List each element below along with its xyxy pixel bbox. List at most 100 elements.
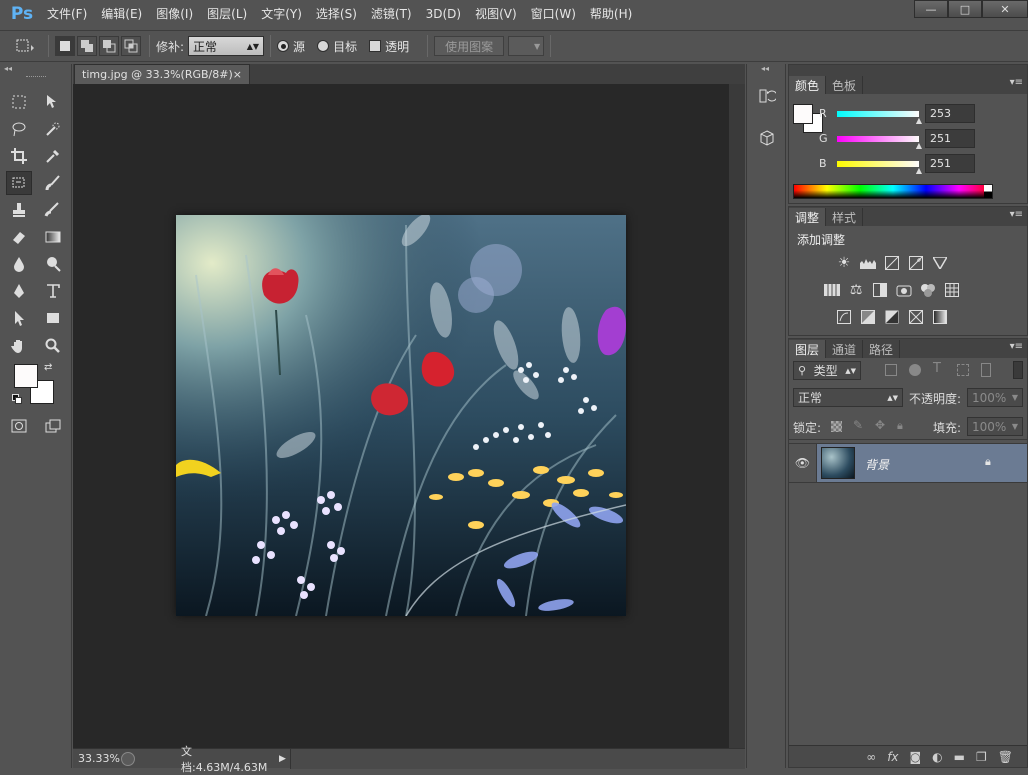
color-fg-swatch[interactable] <box>793 104 813 124</box>
eraser-tool-icon[interactable] <box>6 225 32 249</box>
pen-tool-icon[interactable] <box>6 279 32 303</box>
new-group-icon[interactable]: ▬ <box>954 750 965 764</box>
status-info-icon[interactable] <box>121 751 135 766</box>
tab-swatches[interactable]: 色板 <box>826 76 864 94</box>
patch-mode-select[interactable]: 正常 ▲▼ <box>188 36 265 56</box>
swap-colors-icon[interactable]: ⇄ <box>44 362 52 373</box>
posterize-icon[interactable] <box>859 309 877 325</box>
curves-icon[interactable] <box>883 255 901 271</box>
layer-thumbnail[interactable] <box>821 447 855 479</box>
minimize-button[interactable]: — <box>914 0 948 18</box>
pattern-picker[interactable]: ▼ <box>508 36 545 56</box>
chevron-down-icon[interactable]: ▼ <box>1012 422 1018 431</box>
tab-paths[interactable]: 路径 <box>863 340 901 358</box>
new-adjustment-layer-icon[interactable]: ◐ <box>932 750 942 764</box>
panel-menu-icon[interactable]: ▾≡ <box>1010 341 1023 352</box>
source-radio[interactable]: 源 <box>277 38 305 55</box>
quick-mask-icon[interactable] <box>6 414 32 438</box>
crop-tool-icon[interactable] <box>6 144 32 168</box>
tab-styles[interactable]: 样式 <box>826 208 864 226</box>
quick-selection-tool-icon[interactable] <box>40 117 66 141</box>
lock-image-icon[interactable]: ✎ <box>853 418 863 432</box>
new-layer-icon[interactable]: ❐ <box>976 750 987 764</box>
document-tab[interactable]: timg.jpg @ 33.3%(RGB/8#) × <box>74 64 250 84</box>
menu-file[interactable]: 文件(F) <box>40 0 94 28</box>
transparent-checkbox[interactable]: 透明 <box>369 38 409 55</box>
menu-window[interactable]: 窗口(W) <box>524 0 583 28</box>
filter-adjustment-icon[interactable] <box>909 364 921 376</box>
use-pattern-button[interactable]: 使用图案 <box>434 36 505 56</box>
zoom-tool-icon[interactable] <box>40 334 66 358</box>
clone-stamp-tool-icon[interactable] <box>6 198 32 222</box>
selective-color-icon[interactable] <box>907 309 925 325</box>
blue-slider[interactable]: ▲ <box>837 160 922 175</box>
slider-thumb-icon[interactable]: ▲ <box>916 141 922 150</box>
add-selection-icon[interactable] <box>77 36 97 56</box>
filter-toggle-switch[interactable] <box>1013 361 1023 379</box>
add-mask-icon[interactable]: ◙ <box>910 750 922 764</box>
menu-help[interactable]: 帮助(H) <box>583 0 639 28</box>
link-layers-icon[interactable]: ∞ <box>866 750 876 764</box>
lock-position-icon[interactable]: ✥ <box>875 418 885 432</box>
gradient-map-icon[interactable] <box>931 309 949 325</box>
menu-view[interactable]: 视图(V) <box>468 0 524 28</box>
slider-thumb-icon[interactable]: ▲ <box>916 166 922 175</box>
black-white-icon[interactable] <box>871 282 889 298</box>
invert-icon[interactable] <box>835 309 853 325</box>
move-tool-icon[interactable] <box>40 90 66 114</box>
green-slider[interactable]: ▲ <box>837 135 922 150</box>
blur-tool-icon[interactable] <box>6 252 32 276</box>
eyedropper-tool-icon[interactable] <box>40 144 66 168</box>
new-selection-icon[interactable] <box>55 36 75 56</box>
layer-filter-select[interactable]: ⚲ 类型 ▲▼ <box>793 361 861 380</box>
visibility-eye-icon[interactable]: 👁︎ <box>789 444 817 482</box>
opacity-input[interactable]: 100% ▼ <box>967 388 1023 407</box>
screen-mode-icon[interactable] <box>40 414 66 438</box>
hand-tool-icon[interactable] <box>6 334 32 358</box>
slider-thumb-icon[interactable]: ▲ <box>916 116 922 125</box>
tab-adjustments[interactable]: 调整 <box>789 208 827 226</box>
layer-name[interactable]: 背景 <box>865 456 889 473</box>
close-button[interactable]: ✕ <box>982 0 1028 18</box>
menu-layer[interactable]: 图层(L) <box>200 0 254 28</box>
subtract-selection-icon[interactable] <box>99 36 119 56</box>
levels-icon[interactable] <box>859 255 877 271</box>
dodge-tool-icon[interactable] <box>40 252 66 276</box>
red-input[interactable]: 253 <box>925 104 975 123</box>
properties-panel-icon[interactable] <box>755 126 779 150</box>
horizontal-scrollbar[interactable] <box>289 748 745 769</box>
target-radio[interactable]: 目标 <box>317 38 357 55</box>
panel-menu-icon[interactable]: ▾≡ <box>1010 209 1023 220</box>
toolbox-grip[interactable] <box>26 76 46 79</box>
red-slider[interactable]: ▲ <box>837 110 922 125</box>
marquee-tool-icon[interactable] <box>6 90 32 114</box>
exposure-icon[interactable] <box>907 255 925 271</box>
type-tool-icon[interactable] <box>40 279 66 303</box>
chevron-down-icon[interactable]: ▼ <box>1012 393 1018 402</box>
green-input[interactable]: 251 <box>925 129 975 148</box>
color-spectrum-ramp[interactable] <box>793 184 993 199</box>
layer-effects-icon[interactable]: fx <box>887 750 898 764</box>
filter-type-icon[interactable]: T <box>933 361 941 376</box>
vibrance-icon[interactable] <box>931 255 949 271</box>
menu-select[interactable]: 选择(S) <box>309 0 364 28</box>
patch-tool-icon[interactable] <box>6 171 32 195</box>
rectangle-tool-icon[interactable] <box>40 306 66 330</box>
menu-3d[interactable]: 3D(D) <box>419 0 468 28</box>
blend-mode-select[interactable]: 正常 ▲▼ <box>793 388 903 407</box>
history-brush-tool-icon[interactable] <box>40 198 66 222</box>
default-colors-icon[interactable] <box>12 394 22 404</box>
panel-menu-icon[interactable]: ▾≡ <box>1010 77 1023 88</box>
filter-smart-object-icon[interactable] <box>981 363 991 377</box>
document-image[interactable] <box>176 215 626 616</box>
color-lookup-icon[interactable] <box>943 282 961 298</box>
fill-input[interactable]: 100% ▼ <box>967 417 1023 436</box>
channel-mixer-icon[interactable] <box>919 282 937 298</box>
menu-filter[interactable]: 滤镜(T) <box>364 0 419 28</box>
hue-saturation-icon[interactable] <box>823 282 841 298</box>
blue-input[interactable]: 251 <box>925 154 975 173</box>
strip-collapse-icon[interactable]: ◂◂ <box>761 64 769 73</box>
filter-shape-icon[interactable] <box>957 364 969 376</box>
foreground-color-swatch[interactable] <box>14 364 38 388</box>
tab-channels[interactable]: 通道 <box>826 340 864 358</box>
